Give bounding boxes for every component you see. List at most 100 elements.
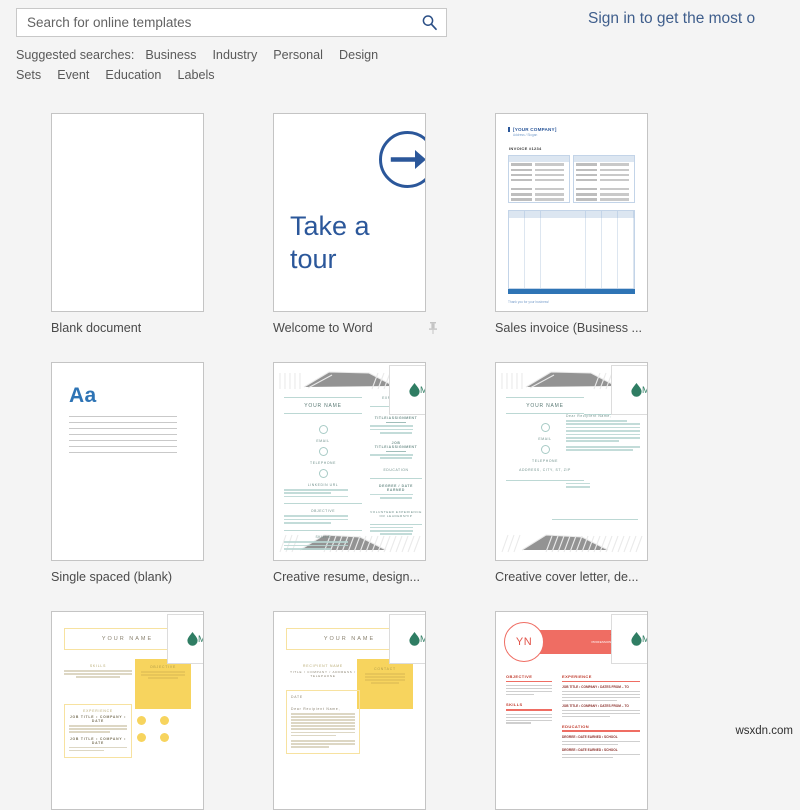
hatch-pattern-bottom	[501, 534, 643, 553]
invoice-footer: Thank you for your business!	[508, 300, 549, 305]
template-thumbnail-creative-resume[interactable]: MOO YOUR NAME EMAIL TELEPHONE LINKEDIN U…	[273, 362, 426, 561]
contact-block-label: CONTACT	[374, 667, 396, 671]
template-card-welcome-to-word[interactable]: Take a tour Welcome to Word	[273, 113, 495, 344]
template-name[interactable]: Welcome to Word	[273, 321, 373, 335]
template-row: Blank document Take a tour Welcome to Wo…	[51, 113, 751, 344]
template-thumbnail-creative-cover-letter[interactable]: MOO YOUR NAME RECIPIENT NAME TITLE / COM…	[495, 362, 648, 561]
template-row: MOO YOUR NAME OBJECTIVE SKILLS EXPERIENC…	[51, 611, 751, 810]
template-grid: Blank document Take a tour Welcome to Wo…	[51, 113, 751, 810]
moo-brand-text: MOO	[420, 634, 425, 644]
moo-brand-badge: MOO	[389, 365, 425, 415]
resume-section-education: EDUCATION	[383, 467, 409, 472]
template-thumbnail-welcome-to-word[interactable]: Take a tour	[273, 113, 426, 312]
contact-icon-linkedin	[137, 733, 146, 742]
search-input[interactable]	[17, 9, 412, 36]
template-name[interactable]: Creative resume, design...	[273, 570, 420, 584]
template-name[interactable]: Sales invoice (Business ...	[495, 321, 642, 335]
template-card-creative-cover-letter[interactable]: MOO YOUR NAME RECIPIENT NAME TITLE / COM…	[495, 362, 717, 593]
invoice-preview: [YOUR COMPANY] Address / Slogan INVOICE …	[496, 114, 647, 311]
template-card-sales-invoice[interactable]: [YOUR COMPANY] Address / Slogan INVOICE …	[495, 113, 717, 344]
suggested-searches: Suggested searches: Business Industry Perso…	[16, 45, 556, 85]
recipient-name: RECIPIENT NAME	[303, 664, 343, 668]
contact-block: CONTACT	[357, 659, 413, 709]
recipient-sub: TITLE / COMPANY / ADDRESS / TELEPHONE	[290, 670, 356, 678]
moo-brand-badge: MOO	[167, 614, 203, 664]
suggested-link-business[interactable]: Business	[145, 48, 196, 62]
template-search-box[interactable]	[16, 8, 447, 37]
template-card-creative-resume[interactable]: MOO YOUR NAME EMAIL TELEPHONE LINKEDIN U…	[273, 362, 495, 593]
moo-brand-badge: MOO	[611, 614, 647, 664]
moo-droplet-icon	[409, 383, 420, 397]
moo-brand-text: MOO	[420, 385, 425, 395]
resume-section-skills: SKILLS	[315, 535, 331, 540]
contact-label-telephone: TELEPHONE	[310, 461, 336, 465]
contact-icon-email	[318, 425, 328, 434]
template-card-creative-resume-yellow[interactable]: MOO YOUR NAME OBJECTIVE SKILLS EXPERIENC…	[51, 611, 273, 810]
contact-icon-email	[137, 716, 146, 725]
moo-brand-text: MOO	[642, 634, 647, 644]
tour-text: Take a tour	[290, 210, 370, 276]
tour-line-1: Take a	[290, 211, 370, 241]
template-thumbnail-blank-document[interactable]	[51, 113, 204, 312]
template-row: Aa Single spaced (blank) YOUR NAME EMAIL…	[51, 362, 751, 593]
resume-section-objective: OBJECTIVE	[149, 665, 177, 669]
template-card-creative-resume-red[interactable]: MOO YN YOUR NAME PROFESSIONAL TITLE / JO…	[495, 611, 717, 810]
search-icon	[422, 15, 437, 31]
resume-section-skills: SKILLS	[506, 702, 523, 708]
contact-address: ADDRESS, CITY, ST, ZIP	[519, 468, 571, 472]
suggested-link-personal[interactable]: Personal	[273, 48, 323, 62]
invoice-items-table	[508, 210, 635, 290]
job-title-2: JOB TITLE/ASSIGNMENT	[374, 440, 418, 449]
template-name[interactable]: Single spaced (blank)	[51, 570, 172, 584]
tour-line-2: tour	[290, 244, 337, 274]
invoice-footer-address: Your CompanyAddress, City, ST ZIP | 555-…	[508, 311, 635, 312]
degree-entry-1: DEGREE • DATE EARNED • SCHOOL	[562, 735, 618, 740]
skills-block: SKILLS	[64, 664, 132, 679]
suggested-link-event[interactable]: Event	[57, 68, 89, 82]
resume-section-skills: SKILLS	[89, 664, 107, 668]
moo-brand-badge: MOO	[389, 614, 425, 664]
template-thumbnail-creative-resume-red[interactable]: MOO YN YOUR NAME PROFESSIONAL TITLE / JO…	[495, 611, 648, 810]
contact-icon-telephone	[540, 445, 550, 454]
sign-in-link[interactable]: Sign in to get the most o	[588, 10, 800, 28]
moo-brand-text: MOO	[198, 634, 203, 644]
cover-letter-body: DATE Dear Recipient Name,	[286, 690, 360, 755]
suggested-link-industry[interactable]: Industry	[212, 48, 257, 62]
degree-entry-2: DEGREE • DATE EARNED • SCHOOL	[562, 748, 618, 753]
recipient-block: RECIPIENT NAME TITLE / COMPANY / ADDRESS…	[286, 664, 360, 680]
top-bar: Sign in to get the most o Suggested sear…	[0, 0, 800, 92]
invoice-company: [YOUR COMPANY]	[508, 127, 635, 132]
pin-icon[interactable]	[427, 321, 439, 335]
template-name[interactable]: Creative cover letter, de...	[495, 570, 639, 584]
contact-icon-address	[160, 733, 169, 742]
suggested-link-education[interactable]: Education	[105, 68, 161, 82]
template-thumbnail-creative-resume-yellow[interactable]: MOO YOUR NAME OBJECTIVE SKILLS EXPERIENC…	[51, 611, 204, 810]
template-thumbnail-sales-invoice[interactable]: [YOUR COMPANY] Address / Slogan INVOICE …	[495, 113, 648, 312]
resume-name: YOUR NAME	[284, 397, 362, 414]
template-label-row: Single spaced (blank)	[51, 561, 231, 593]
cover-letter-signature	[566, 481, 606, 490]
job-entry-2: JOB TITLE • COMPANY • DATES FROM – TO	[562, 704, 629, 709]
template-card-blank-document[interactable]: Blank document	[51, 113, 273, 344]
invoice-total-bar	[508, 289, 635, 295]
invoice-heading: INVOICE #1234	[509, 146, 542, 151]
search-button[interactable]	[412, 9, 446, 36]
cover-letter-rule	[552, 519, 638, 520]
contact-label-email: EMAIL	[316, 439, 330, 443]
template-label-row: Creative cover letter, de...	[495, 561, 675, 593]
template-name[interactable]: Blank document	[51, 321, 141, 335]
template-thumbnail-single-spaced[interactable]: Aa	[51, 362, 204, 561]
template-card-single-spaced[interactable]: Aa Single spaced (blank)	[51, 362, 273, 593]
template-card-creative-cover-yellow[interactable]: MOO YOUR NAME CONTACT RECIPIENT NAME TIT…	[273, 611, 495, 810]
contact-label-telephone: TELEPHONE	[532, 459, 558, 463]
resume-left-column: EMAIL TELEPHONE LINKEDIN URL OBJECTIVE S…	[284, 421, 362, 552]
suggested-link-labels[interactable]: Labels	[177, 68, 214, 82]
template-label-row: Welcome to Word	[273, 312, 453, 344]
moo-droplet-icon	[631, 383, 642, 397]
invoice-address-table	[508, 155, 635, 204]
resume-left-column: OBJECTIVE SKILLS	[506, 674, 552, 725]
contact-icon-linkedin	[318, 469, 328, 478]
template-thumbnail-creative-cover-yellow[interactable]: MOO YOUR NAME CONTACT RECIPIENT NAME TIT…	[273, 611, 426, 810]
contact-icon-row	[137, 716, 189, 742]
resume-section-experience: EXPERIENCE	[83, 709, 113, 713]
